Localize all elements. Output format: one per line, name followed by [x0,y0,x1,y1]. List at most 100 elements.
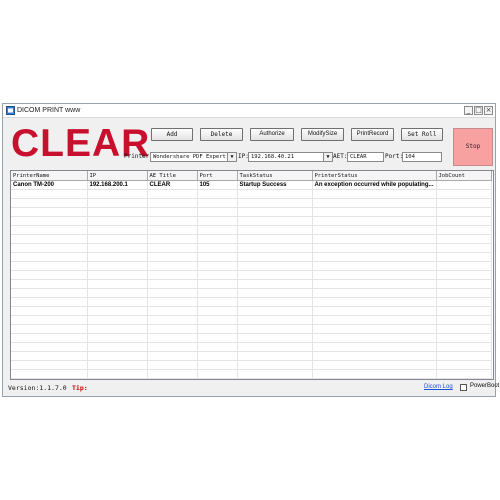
table-cell-empty [147,279,198,289]
table-cell-empty [147,315,198,325]
table-cell-empty [197,315,238,325]
table-cell-empty [87,189,148,199]
table-row-empty [11,315,492,325]
table-cell-empty [436,207,492,217]
chevron-down-icon[interactable]: ▼ [323,153,332,161]
table-cell-empty [237,198,313,208]
stop-button[interactable]: Stop [453,128,493,166]
table-cell-empty [87,225,148,235]
title-bar[interactable]: DICOM PRINT www _ □ × [3,104,495,118]
table-cell-empty [197,324,238,334]
table-row-empty [11,234,492,244]
table-cell-empty [237,225,313,235]
table-cell-empty [11,243,88,253]
table-row-empty [11,324,492,334]
table-cell-empty [312,252,437,262]
ip-select[interactable]: 192.168.40.21 ▼ [248,152,333,162]
table-cell-empty [87,288,148,298]
table-cell-empty [197,216,238,226]
cell-ae-title: CLEAR [147,180,198,190]
table-cell-empty [312,270,437,280]
table-row-empty [11,297,492,307]
table-cell-empty [237,315,313,325]
chevron-down-icon[interactable]: ▼ [227,153,236,161]
table-cell-empty [312,198,437,208]
printer-select[interactable]: Wondershare PDF Expert ▼ [150,152,237,162]
table-cell-empty [147,243,198,253]
maximize-button[interactable]: □ [474,106,483,115]
checkbox-icon[interactable] [460,384,467,391]
table-row[interactable]: Canon TM-200 192.168.200.1 CLEAR 105 Sta… [11,180,492,190]
table-cell-empty [11,279,88,289]
table-cell-empty [237,342,313,352]
table-cell-empty [11,369,88,379]
table-cell-empty [11,306,88,316]
delete-button[interactable]: Delete [200,128,243,141]
printer-select-value: Wondershare PDF Expert [153,154,226,160]
dicom-log-link[interactable]: Dicom Log [424,384,453,390]
table-cell-empty [436,279,492,289]
app-icon [6,106,15,115]
column-header-ae-title[interactable]: AE Title [147,171,198,181]
table-cell-empty [237,351,313,361]
table-cell-empty [237,369,313,379]
table-cell-empty [436,288,492,298]
table-cell-empty [11,351,88,361]
table-cell-empty [87,234,148,244]
column-header-port[interactable]: Port [197,171,238,181]
close-button[interactable]: × [484,106,493,115]
table-cell-empty [147,306,198,316]
cell-task-status: Startup Success [237,180,313,190]
minimize-button[interactable]: _ [464,106,473,115]
table-row-empty [11,189,492,199]
print-record-button[interactable]: PrintRecord [351,128,394,141]
modify-size-button[interactable]: ModifySize [301,128,344,141]
table-cell-empty [87,360,148,370]
table-cell-empty [436,315,492,325]
add-button[interactable]: Add [151,128,193,141]
table-header-row: PrinterName IP AE Title Port TaskStatus … [11,171,492,181]
column-header-ip[interactable]: IP [87,171,148,181]
authorize-button[interactable]: Authorize [250,128,294,141]
column-header-task-status[interactable]: TaskStatus [237,171,313,181]
set-roll-button[interactable]: Set Roll [401,128,443,141]
table-cell-empty [237,234,313,244]
powerboot-label[interactable]: PowerBoot [470,383,499,389]
port-label: Port: [385,153,404,160]
table-cell-empty [312,234,437,244]
table-cell-empty [436,360,492,370]
table-cell-empty [197,207,238,217]
port-input[interactable]: 104 [402,152,442,162]
table-cell-empty [87,378,148,379]
table-cell-empty [147,261,198,271]
table-cell-empty [197,198,238,208]
table-cell-empty [87,297,148,307]
table-cell-empty [197,270,238,280]
table-cell-empty [312,243,437,253]
table-cell-empty [87,279,148,289]
table-cell-empty [436,252,492,262]
table-cell-empty [147,288,198,298]
table-cell-empty [87,351,148,361]
column-header-job-count[interactable]: JobCount [436,171,492,181]
column-header-printer-status[interactable]: PrinterStatus [312,171,437,181]
table-cell-empty [312,342,437,352]
table-cell-empty [197,369,238,379]
column-header-printer-name[interactable]: PrinterName [11,171,88,181]
table-cell-empty [147,225,198,235]
table-cell-empty [197,297,238,307]
table-row-empty [11,369,492,379]
table-row-empty [11,252,492,262]
printer-table[interactable]: PrinterName IP AE Title Port TaskStatus … [10,170,494,380]
table-cell-empty [147,198,198,208]
table-cell-empty [237,297,313,307]
table-row-empty [11,270,492,280]
table-cell-empty [147,216,198,226]
table-row-empty [11,261,492,271]
cell-printer-status: An exception occurred while populating..… [312,180,437,190]
table-cell-empty [11,270,88,280]
table-cell-empty [237,306,313,316]
aet-input[interactable]: CLEAR [347,152,384,162]
table-cell-empty [147,351,198,361]
table-cell-empty [11,333,88,343]
